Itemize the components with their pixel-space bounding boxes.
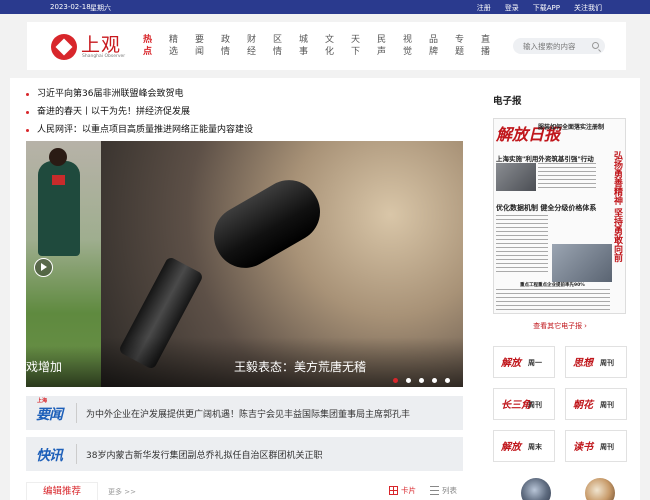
register-link[interactable]: 注册 bbox=[477, 3, 491, 13]
headline-item[interactable]: 习近平向第36届非洲联盟峰会致贺电 bbox=[26, 85, 466, 103]
nav-item-world[interactable]: 天下 bbox=[351, 34, 377, 58]
headline-list: 习近平向第36届非洲联盟峰会致贺电 奋进的春天丨以干为先！拼经济促发展 人民网评… bbox=[26, 85, 466, 139]
carousel-slide-previous[interactable]: 戏增加 bbox=[26, 141, 101, 387]
paper-photo bbox=[552, 244, 612, 282]
nav-item-politics[interactable]: 政情 bbox=[221, 34, 247, 58]
logo-text: 上观 bbox=[81, 34, 122, 56]
carousel-dot[interactable] bbox=[432, 378, 437, 383]
paper-headline: 重点工程重点企业提前率先90% bbox=[520, 283, 585, 288]
nav-item-brands[interactable]: 品牌 bbox=[429, 34, 455, 58]
view-toggle: 卡片 列表 bbox=[389, 485, 457, 496]
important-news-logo: 上海 要闻 bbox=[36, 398, 63, 423]
play-icon[interactable] bbox=[34, 258, 53, 277]
nav-item-hot[interactable]: 热点 bbox=[143, 34, 169, 58]
headline-item[interactable]: 奋进的春天丨以干为先！拼经济促发展 bbox=[26, 103, 466, 121]
nav-item-voices[interactable]: 民声 bbox=[377, 34, 403, 58]
flash-news-important[interactable]: 上海 要闻 为中外企业在沪发展提供更广阔机遇！陈吉宁会见丰益国际集团董事局主席郭… bbox=[26, 396, 463, 430]
carousel-dot[interactable] bbox=[419, 378, 424, 383]
search-icon[interactable] bbox=[592, 42, 599, 49]
nav-item-finance[interactable]: 财经 bbox=[247, 34, 273, 58]
weekly-item[interactable]: 解放 周一 bbox=[493, 346, 555, 378]
list-icon bbox=[430, 486, 439, 495]
paper-photo bbox=[496, 163, 536, 191]
slide-image-child bbox=[38, 148, 80, 256]
nav-item-topics[interactable]: 专题 bbox=[455, 34, 481, 58]
nav-item-culture[interactable]: 文化 bbox=[325, 34, 351, 58]
flash-news-brief[interactable]: 快讯 38岁内蒙古新华发行集团副总乔礼拟任自治区群团机关正职 bbox=[26, 437, 463, 471]
nav-item-picks[interactable]: 精选 bbox=[169, 34, 195, 58]
weekday-text: 星期六 bbox=[90, 4, 111, 12]
site-logo[interactable]: 上观 Shanghai Observer bbox=[51, 32, 131, 62]
list-view-button[interactable]: 列表 bbox=[430, 485, 457, 496]
main-content: 习近平向第36届非洲联盟峰会致贺电 奋进的春天丨以干为先！拼经济促发展 人民网评… bbox=[10, 78, 640, 500]
headline-item[interactable]: 人民网评：以重点项目高质量推进网络正能量内容建设 bbox=[26, 121, 466, 139]
paper-vertical-headline: 弘扬勇善精神 坚持勇敢向前 bbox=[612, 151, 622, 263]
slide-caption: 戏增加 bbox=[26, 360, 63, 374]
grid-icon bbox=[389, 486, 398, 495]
avatar[interactable] bbox=[585, 478, 615, 500]
carousel-dots bbox=[393, 378, 450, 383]
carousel-dot[interactable] bbox=[445, 378, 450, 383]
search-input[interactable] bbox=[523, 41, 591, 51]
download-app-link[interactable]: 下载APP bbox=[533, 3, 560, 13]
epaper-front-page[interactable]: 解放日报 服装如何全面落实注册制 上海实施"利用外资筑基引强"行动 优化数据机制… bbox=[493, 118, 626, 314]
top-bar: 2023-02-18 星期六 注册 登录 下载APP 关注我们 bbox=[0, 0, 650, 14]
avatar[interactable] bbox=[521, 478, 551, 500]
tab-editor-picks[interactable]: 编辑推荐 bbox=[26, 482, 98, 500]
paper-headline: 优化数据机制 健全分级价格体系 bbox=[496, 204, 597, 212]
epaper-title: 电子报 bbox=[493, 96, 522, 107]
nav-item-live[interactable]: 直播 bbox=[481, 34, 507, 58]
nav-item-districts[interactable]: 区情 bbox=[273, 34, 299, 58]
follow-us-link[interactable]: 关注我们 bbox=[574, 3, 602, 13]
carousel-dot[interactable] bbox=[406, 378, 411, 383]
nav-item-visual[interactable]: 视觉 bbox=[403, 34, 429, 58]
login-link[interactable]: 登录 bbox=[505, 3, 519, 13]
slide-caption: 王毅表态：美方荒唐无稽 bbox=[234, 360, 367, 374]
editor-picks-bar: 编辑推荐 更多 >> 卡片 列表 bbox=[26, 482, 463, 500]
logo-subtext: Shanghai Observer bbox=[82, 54, 126, 59]
carousel-slide-current[interactable]: 王毅表态：美方荒唐无稽 bbox=[101, 141, 463, 387]
weekly-list: 解放 周一 思想 周刊 长三角 周刊 朝花 周刊 解放 周末 读书 周刊 bbox=[493, 346, 629, 462]
weekly-item[interactable]: 思想 周刊 bbox=[565, 346, 627, 378]
weekly-item[interactable]: 读书 周刊 bbox=[565, 430, 627, 462]
brief-news-logo: 快讯 bbox=[36, 448, 63, 464]
date-text: 2023-02-18 bbox=[50, 3, 91, 11]
logo-mark-icon bbox=[51, 34, 77, 60]
other-epapers-link[interactable]: 查看其它电子报 bbox=[490, 321, 630, 331]
flash-news-text[interactable]: 为中外企业在沪发展提供更广阔机遇！陈吉宁会见丰益国际集团董事局主席郭孔丰 bbox=[86, 407, 410, 420]
card-view-button[interactable]: 卡片 bbox=[389, 485, 416, 496]
paper-top-headline: 服装如何全面落实注册制 bbox=[538, 124, 605, 131]
news-carousel[interactable]: 戏增加 王毅表态：美方荒唐无稽 bbox=[26, 141, 463, 387]
sidebar-epaper: 电子报 解放日报 服装如何全面落实注册制 上海实施"利用外资筑基引强"行动 优化… bbox=[490, 78, 635, 500]
nav-item-city[interactable]: 城事 bbox=[299, 34, 325, 58]
weekly-item[interactable]: 长三角 周刊 bbox=[493, 388, 555, 420]
search-box bbox=[513, 38, 605, 54]
more-link[interactable]: 更多 >> bbox=[108, 487, 136, 497]
main-nav: 热点 精选 要闻 政情 财经 区情 城事 文化 天下 民声 视觉 品牌 专题 直… bbox=[143, 34, 507, 58]
weekly-item[interactable]: 朝花 周刊 bbox=[565, 388, 627, 420]
paper-headline: 上海实施"利用外资筑基引强"行动 bbox=[496, 155, 594, 163]
carousel-dot[interactable] bbox=[393, 378, 398, 383]
flash-news-text[interactable]: 38岁内蒙古新华发行集团副总乔礼拟任自治区群团机关正职 bbox=[86, 448, 322, 461]
top-links: 注册 登录 下载APP 关注我们 bbox=[477, 3, 602, 13]
weekly-item[interactable]: 解放 周末 bbox=[493, 430, 555, 462]
nav-item-news[interactable]: 要闻 bbox=[195, 34, 221, 58]
slide-image-microphone bbox=[203, 169, 331, 279]
site-header: 上观 Shanghai Observer 热点 精选 要闻 政情 财经 区情 城… bbox=[27, 22, 626, 70]
